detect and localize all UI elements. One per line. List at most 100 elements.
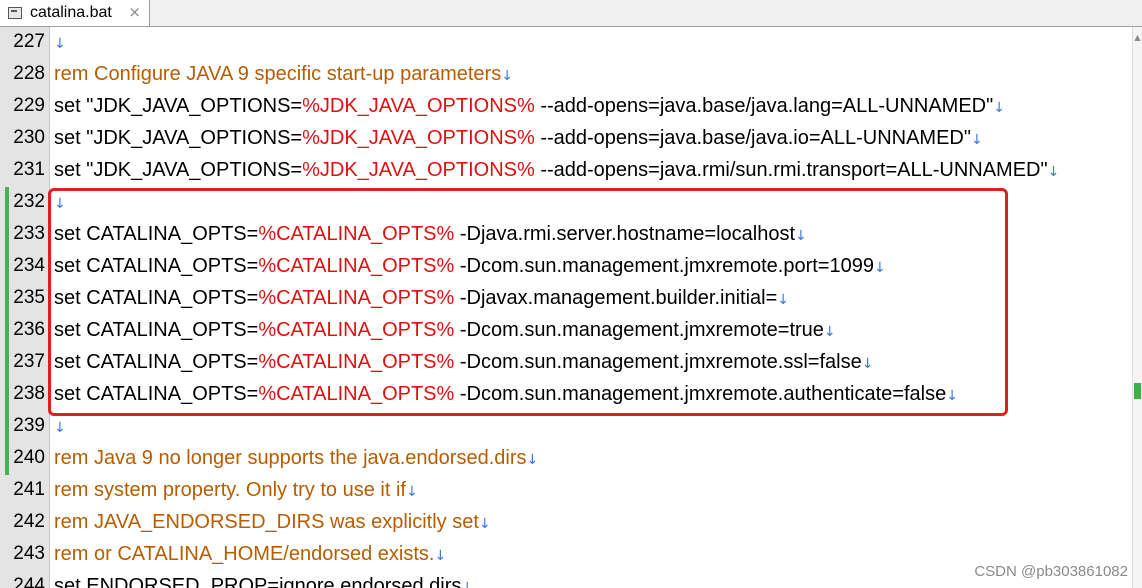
code-line[interactable]: 239 ↓ [0,411,1142,443]
line-text: set CATALINA_OPTS=%CATALINA_OPTS% -Dcom.… [54,319,836,342]
change-marker [5,411,9,443]
code-line[interactable]: 244 set ENDORSED_PROP=ignore.endorsed.dir… [0,571,1142,588]
code-line[interactable]: 240 rem Java 9 no longer supports the jav… [0,443,1142,475]
line-gutter: 239 [0,411,50,443]
variable-token: %CATALINA_OPTS% [258,351,455,373]
line-gutter: 244 [0,571,50,588]
code-token: set CATALINA_OPTS= [54,351,259,373]
line-text: ↓ [54,191,66,214]
change-marker [5,251,9,283]
file-icon [8,7,22,19]
line-end-arrow-icon: ↓ [1047,164,1060,180]
code-editor[interactable]: 227 ↓ 228 rem Configure JAVA 9 specific sta… [0,27,1142,588]
code-token: -Dcom.sun.management.jmxremote.authentic… [454,383,947,405]
line-gutter: 231 [0,155,50,187]
tab-catalina-bat[interactable]: catalina.bat × [0,0,150,26]
line-number: 227 [13,31,45,52]
line-text: ↓ [54,31,66,54]
scroll-up-arrow-icon[interactable]: ▲ [1133,33,1142,42]
change-marker [5,283,9,315]
line-number: 234 [13,255,45,276]
tab-bar: catalina.bat × [0,0,1142,27]
code-line[interactable]: 229 set "JDK_JAVA_OPTIONS=%JDK_JAVA_OPTIO… [0,91,1142,123]
line-gutter: 228 [0,59,50,91]
comment-token: rem JAVA_ENDORSED_DIRS was explicitly se… [54,511,479,533]
code-line[interactable]: 227 ↓ [0,27,1142,59]
line-number: 230 [13,127,45,148]
line-gutter: 243 [0,539,50,571]
comment-token: rem or CATALINA_HOME/endorsed exists. [54,543,435,565]
line-end-arrow-icon: ↓ [54,196,66,212]
code-token: set CATALINA_OPTS= [54,223,259,245]
line-number: 243 [13,543,45,564]
code-line[interactable]: 230 set "JDK_JAVA_OPTIONS=%JDK_JAVA_OPTIO… [0,123,1142,155]
tab-label: catalina.bat [30,4,112,21]
line-text: set CATALINA_OPTS=%CATALINA_OPTS% -Dcom.… [54,383,958,406]
line-end-arrow-icon: ↓ [873,260,886,276]
line-number: 240 [13,447,45,468]
line-end-arrow-icon: ↓ [823,324,836,340]
code-line[interactable]: 243 rem or CATALINA_HOME/endorsed exists.… [0,539,1142,571]
line-end-arrow-icon: ↓ [970,132,983,148]
code-line[interactable]: 232 ↓ [0,187,1142,219]
line-gutter: 233 [0,219,50,251]
line-number: 244 [13,575,45,588]
variable-token: %CATALINA_OPTS% [258,287,455,309]
line-gutter: 234 [0,251,50,283]
code-line[interactable]: 242 rem JAVA_ENDORSED_DIRS was explicitly… [0,507,1142,539]
code-line[interactable]: 231 set "JDK_JAVA_OPTIONS=%JDK_JAVA_OPTIO… [0,155,1142,187]
line-text: rem system property. Only try to use it … [54,479,418,502]
close-icon[interactable]: × [128,3,141,21]
line-text: set "JDK_JAVA_OPTIONS=%JDK_JAVA_OPTIONS%… [54,95,1005,118]
code-token: set CATALINA_OPTS= [54,287,259,309]
code-token: -Djavax.management.builder.initial= [454,287,778,309]
line-end-arrow-icon: ↓ [946,388,958,404]
line-gutter: 230 [0,123,50,155]
code-token: -Dcom.sun.management.jmxremote.port=1099 [454,255,874,277]
code-line[interactable]: 235 set CATALINA_OPTS=%CATALINA_OPTS% -Dj… [0,283,1142,315]
line-gutter: 232 [0,187,50,219]
editor-window: catalina.bat × 227 ↓ 228 rem Configure JAVA… [0,0,1142,588]
vertical-scrollbar[interactable]: ▲ [1132,27,1142,588]
code-line[interactable]: 228 rem Configure JAVA 9 specific start-u… [0,59,1142,91]
code-token: set CATALINA_OPTS= [54,255,259,277]
change-marker [5,187,9,219]
line-number: 231 [13,159,45,180]
code-line[interactable]: 238 set CATALINA_OPTS=%CATALINA_OPTS% -Dc… [0,379,1142,411]
code-token: --add-opens=java.base/java.io=ALL-UNNAME… [534,127,971,149]
line-gutter: 229 [0,91,50,123]
code-line[interactable]: 236 set CATALINA_OPTS=%CATALINA_OPTS% -Dc… [0,315,1142,347]
code-token: -Dcom.sun.management.jmxremote.ssl=false [454,351,862,373]
variable-token: %CATALINA_OPTS% [258,255,455,277]
line-text: rem or CATALINA_HOME/endorsed exists.↓ [54,543,446,566]
code-line[interactable]: 237 set CATALINA_OPTS=%CATALINA_OPTS% -Dc… [0,347,1142,379]
line-text: rem Configure JAVA 9 specific start-up p… [54,63,513,86]
line-text: set "JDK_JAVA_OPTIONS=%JDK_JAVA_OPTIONS%… [54,127,983,150]
code-token: set "JDK_JAVA_OPTIONS= [54,159,303,181]
change-marker [5,443,9,475]
code-line[interactable]: 233 set CATALINA_OPTS=%CATALINA_OPTS% -Dj… [0,219,1142,251]
code-line[interactable]: 241 rem system property. Only try to use … [0,475,1142,507]
line-end-arrow-icon: ↓ [993,100,1005,116]
variable-token: %JDK_JAVA_OPTIONS% [302,159,535,181]
line-number: 241 [13,479,45,500]
line-end-arrow-icon: ↓ [54,420,66,436]
line-gutter: 237 [0,347,50,379]
line-gutter: 238 [0,379,50,411]
line-text: set ENDORSED_PROP=ignore.endorsed.dirs↓ [54,575,473,588]
line-gutter: 240 [0,443,50,475]
line-number: 233 [13,223,45,244]
variable-token: %JDK_JAVA_OPTIONS% [302,127,535,149]
change-marker [5,379,9,411]
line-end-arrow-icon: ↓ [54,36,66,52]
line-number: 232 [13,191,45,212]
line-end-arrow-icon: ↓ [861,356,874,372]
line-number: 236 [13,319,45,340]
code-line[interactable]: 234 set CATALINA_OPTS=%CATALINA_OPTS% -Dc… [0,251,1142,283]
line-gutter: 236 [0,315,50,347]
line-end-arrow-icon: ↓ [501,68,513,84]
code-token: set ENDORSED_PROP=ignore.endorsed.dirs [54,575,462,588]
variable-token: %CATALINA_OPTS% [258,383,455,405]
line-end-arrow-icon: ↓ [526,452,539,468]
line-end-arrow-icon: ↓ [434,548,447,564]
